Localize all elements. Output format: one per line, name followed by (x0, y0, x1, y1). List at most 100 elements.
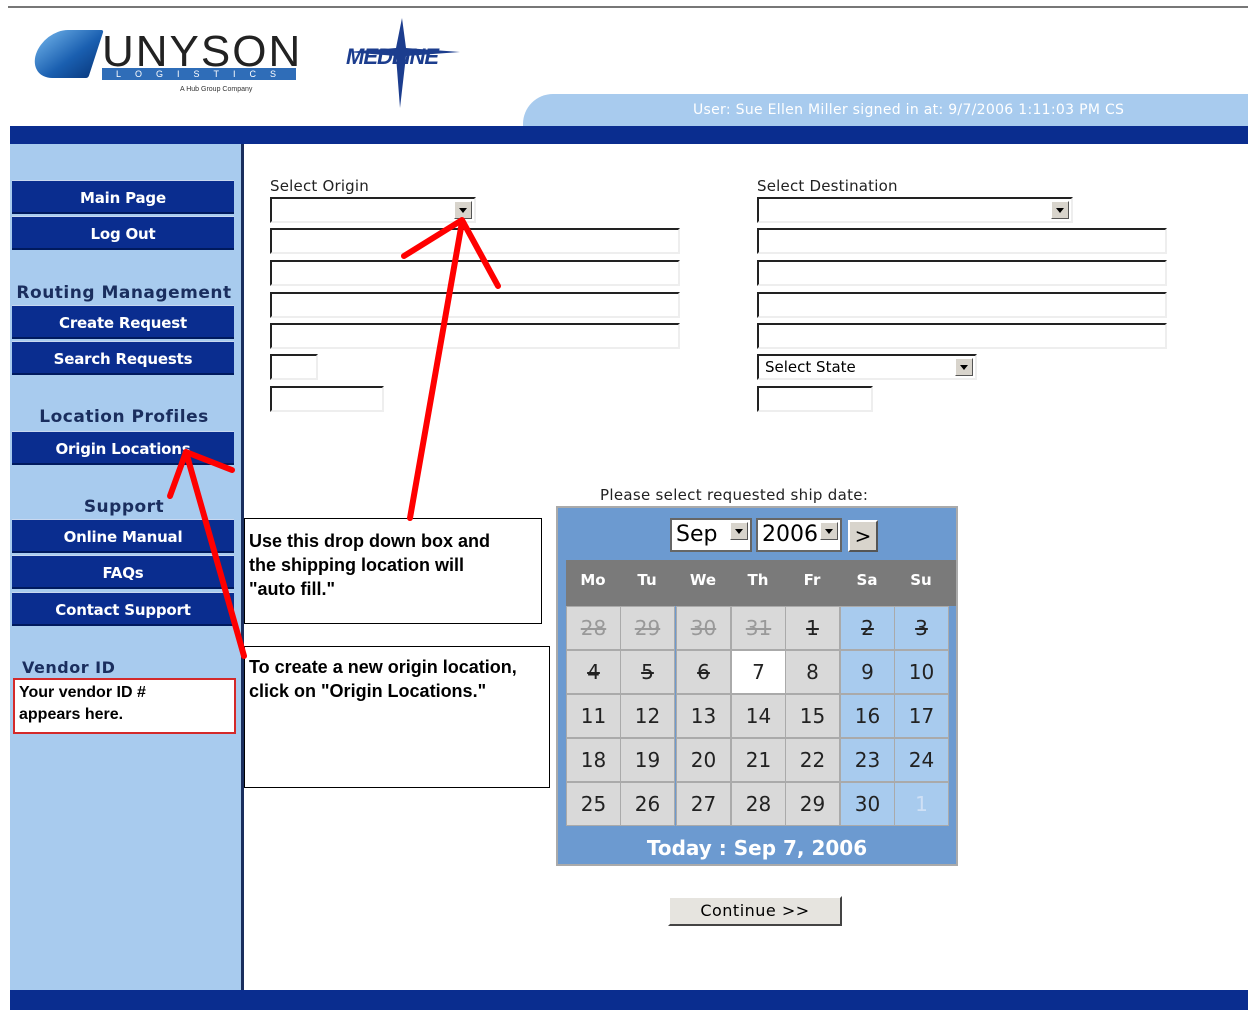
calendar-day[interactable]: 24 (894, 738, 949, 782)
calendar-day[interactable]: 15 (785, 694, 840, 738)
weekday-5: Sa (856, 571, 878, 589)
calendar-day[interactable]: 1 (785, 606, 840, 650)
calendar-day[interactable]: 4 (566, 650, 621, 694)
logo-subtitle: LOGISTICS (102, 68, 296, 80)
calendar-day[interactable]: 23 (840, 738, 895, 782)
ship-date-calendar: Sep 2006 > Mo Tu We Th Fr Sa Su 28 29 30 31 1 2 3 4 5 6… (556, 506, 958, 866)
select-destination-label: Select Destination (757, 177, 898, 195)
calendar-day[interactable]: 6 (676, 650, 731, 694)
routing-management-heading: Routing Management (16, 283, 232, 303)
calendar-day[interactable]: 1 (894, 782, 949, 826)
calendar-day[interactable]: 9 (840, 650, 895, 694)
destination-zip-input[interactable] (757, 386, 873, 412)
ship-date-prompt: Please select requested ship date: (600, 486, 869, 504)
dropdown-arrow-icon (454, 201, 472, 219)
calendar-day[interactable]: 29 (620, 606, 675, 650)
dropdown-arrow-icon (820, 522, 838, 540)
dropdown-callout: Use this drop down box and the shipping … (244, 518, 542, 624)
faqs-button[interactable]: FAQs (12, 555, 234, 589)
year-select[interactable]: 2006 (756, 518, 842, 552)
destination-address1-input[interactable] (757, 260, 1167, 286)
weekday-0: Mo (580, 571, 606, 589)
destination-city-input[interactable] (757, 323, 1167, 349)
origin-select[interactable] (270, 197, 476, 223)
contact-support-button[interactable]: Contact Support (12, 592, 234, 626)
calendar-day[interactable]: 28 (566, 606, 621, 650)
calendar-day[interactable]: 5 (620, 650, 675, 694)
calendar-day[interactable]: 27 (676, 782, 731, 826)
weekday-6: Su (910, 571, 932, 589)
calendar-day[interactable]: 29 (785, 782, 840, 826)
origin-name-input[interactable] (270, 228, 680, 254)
search-requests-button[interactable]: Search Requests (12, 341, 234, 375)
calendar-day[interactable]: 16 (840, 694, 895, 738)
continue-button[interactable]: Continue >> (668, 896, 842, 926)
callout-line: click on "Origin Locations." (249, 681, 487, 701)
origin-state-input[interactable] (270, 354, 318, 380)
calendar-day[interactable]: 10 (894, 650, 949, 694)
origin-locations-button[interactable]: Origin Locations (12, 431, 234, 465)
calendar-day[interactable]: 18 (566, 738, 621, 782)
vendor-note-line: appears here. (19, 706, 124, 723)
calendar-day[interactable]: 28 (731, 782, 786, 826)
dropdown-arrow-icon (730, 522, 748, 540)
month-select[interactable]: Sep (670, 518, 752, 552)
dropdown-arrow-icon (1051, 201, 1069, 219)
year-value: 2006 (762, 522, 818, 547)
footer-bar (10, 990, 1248, 1010)
support-heading: Support (83, 497, 165, 517)
calendar-day[interactable]: 21 (731, 738, 786, 782)
destination-address2-input[interactable] (757, 292, 1167, 318)
state-select-value: Select State (765, 358, 856, 376)
calendar-day[interactable]: 31 (731, 606, 786, 650)
origin-city-input[interactable] (270, 323, 680, 349)
month-value: Sep (676, 522, 718, 547)
online-manual-button[interactable]: Online Manual (12, 519, 234, 553)
calendar-day[interactable]: 14 (731, 694, 786, 738)
swoosh-icon (28, 30, 104, 78)
origin-address1-input[interactable] (270, 260, 680, 286)
calendar-day[interactable]: 26 (620, 782, 675, 826)
origin-zip-input[interactable] (270, 386, 384, 412)
calendar-day[interactable]: 13 (676, 694, 731, 738)
calendar-day[interactable]: 17 (894, 694, 949, 738)
vendor-id-box: Your vendor ID # appears here. (13, 678, 236, 734)
log-out-button[interactable]: Log Out (12, 216, 234, 250)
origin-address2-input[interactable] (270, 292, 680, 318)
calendar-day[interactable]: 8 (785, 650, 840, 694)
select-origin-label: Select Origin (270, 177, 369, 195)
dropdown-arrow-icon (955, 358, 973, 376)
user-status-text: User: Sue Ellen Miller signed in at: 9/7… (693, 102, 1125, 118)
calendar-day[interactable]: 12 (620, 694, 675, 738)
calendar-day[interactable]: 20 (676, 738, 731, 782)
weekday-4: Fr (803, 571, 821, 589)
calendar-day[interactable]: 22 (785, 738, 840, 782)
location-profiles-heading: Location Profiles (39, 407, 209, 427)
calendar-day[interactable]: 7 (731, 650, 786, 694)
destination-state-select[interactable]: Select State (757, 354, 977, 380)
calendar-day[interactable]: 11 (566, 694, 621, 738)
calendar-day[interactable]: 25 (566, 782, 621, 826)
header-bar (10, 126, 1248, 144)
main-page-button[interactable]: Main Page (12, 180, 234, 214)
calendar-day[interactable]: 19 (620, 738, 675, 782)
callout-line: To create a new origin location, (249, 657, 517, 677)
today-label: Today : Sep 7, 2006 (646, 836, 868, 860)
destination-name-input[interactable] (757, 228, 1167, 254)
calendar-day[interactable]: 2 (840, 606, 895, 650)
medline-wordmark: MEDLINE (346, 44, 439, 69)
calendar-controls: Sep 2006 > (558, 518, 956, 554)
next-month-button[interactable]: > (848, 520, 878, 552)
weekday-3: Th (747, 571, 769, 589)
weekday-header: Mo Tu We Th Fr Sa Su (566, 560, 956, 606)
vendor-id-label: Vendor ID (22, 658, 116, 677)
calendar-day[interactable]: 30 (840, 782, 895, 826)
medline-logo: MEDLINE (340, 18, 470, 110)
callout-line: "auto fill." (249, 579, 336, 599)
calendar-day[interactable]: 3 (894, 606, 949, 650)
calendar-day[interactable]: 30 (676, 606, 731, 650)
create-request-button[interactable]: Create Request (12, 305, 234, 339)
weekday-2: We (689, 571, 717, 589)
destination-select[interactable] (757, 197, 1073, 223)
top-rule (8, 6, 1248, 8)
